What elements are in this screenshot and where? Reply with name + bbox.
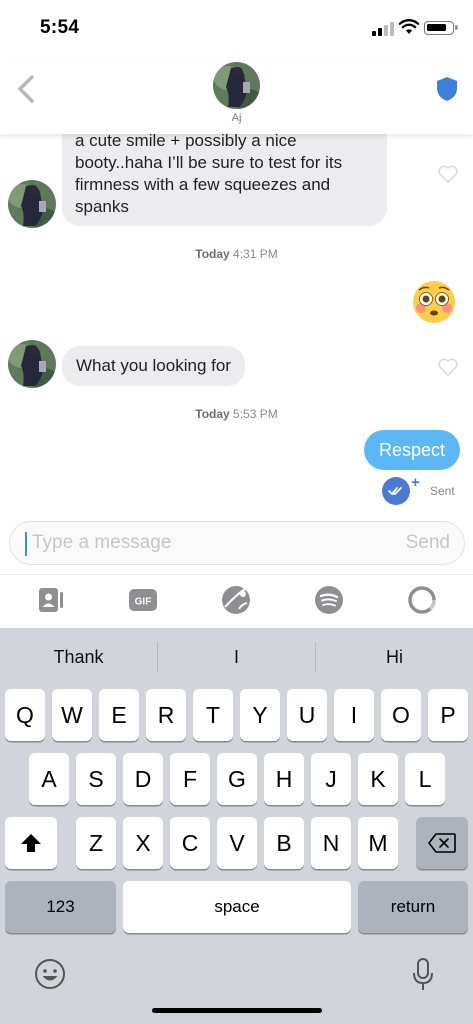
gif-label: GIF	[135, 597, 152, 608]
emoji-keyboard-icon[interactable]	[34, 958, 66, 990]
shift-icon	[21, 834, 41, 852]
key-h[interactable]: H	[264, 753, 304, 805]
key-y[interactable]: Y	[240, 689, 280, 741]
read-receipt-icon[interactable]	[381, 476, 411, 506]
return-key[interactable]: return	[358, 881, 468, 933]
incoming-message[interactable]: What you looking for	[62, 346, 245, 386]
loop-icon[interactable]	[407, 585, 437, 615]
contact-card-icon[interactable]	[36, 585, 66, 615]
heart-icon[interactable]	[437, 164, 459, 184]
safety-shield-button[interactable]	[436, 76, 458, 102]
battery-icon	[424, 21, 458, 35]
key-a[interactable]: A	[29, 753, 69, 805]
key-b[interactable]: B	[264, 817, 304, 869]
key-l[interactable]: L	[405, 753, 445, 805]
keyboard: Thank I Hi Q W E R T Y U I O P A S D F G…	[0, 628, 473, 1024]
key-t[interactable]: T	[193, 689, 233, 741]
suggestion-bar: Thank I Hi	[0, 628, 473, 686]
key-v[interactable]: V	[217, 817, 257, 869]
suggestion-2[interactable]: I	[158, 628, 315, 686]
key-e[interactable]: E	[99, 689, 139, 741]
status-bar: 5:54	[0, 0, 473, 58]
key-g[interactable]: G	[217, 753, 257, 805]
gif-icon[interactable]: GIF	[128, 585, 158, 615]
back-button[interactable]	[14, 74, 38, 104]
sent-status: Sent	[430, 484, 455, 498]
key-z[interactable]: Z	[76, 817, 116, 869]
key-s[interactable]: S	[76, 753, 116, 805]
shift-key[interactable]	[5, 817, 57, 869]
message-input[interactable]	[32, 522, 392, 564]
delete-key[interactable]	[416, 817, 468, 869]
wifi-icon	[399, 19, 419, 34]
cellular-signal-icon	[372, 22, 394, 36]
incoming-message[interactable]: a cute smile + possibly a nice booty..ha…	[62, 134, 387, 226]
timestamp-day: Today	[195, 247, 230, 261]
text-cursor	[25, 532, 27, 556]
sticker-icon[interactable]	[221, 585, 251, 615]
timestamp: Today 5:53 PM	[0, 407, 473, 421]
read-receipt-plus: +	[411, 474, 420, 491]
timestamp: Today 4:31 PM	[0, 247, 473, 261]
key-k[interactable]: K	[358, 753, 398, 805]
timestamp-day: Today	[195, 407, 230, 421]
space-key[interactable]: space	[123, 881, 351, 933]
timestamp-time: 4:31 PM	[233, 247, 278, 261]
sender-avatar[interactable]	[8, 180, 56, 228]
key-u[interactable]: U	[287, 689, 327, 741]
send-button[interactable]: Send	[406, 532, 450, 554]
backspace-icon	[428, 833, 456, 853]
status-time: 5:54	[40, 17, 80, 38]
suggestion-3[interactable]: Hi	[316, 628, 473, 686]
chat-header: Aj	[0, 58, 473, 134]
numbers-key[interactable]: 123	[5, 881, 116, 933]
key-f[interactable]: F	[170, 753, 210, 805]
contact-avatar[interactable]	[213, 62, 260, 109]
key-x[interactable]: X	[123, 817, 163, 869]
key-r[interactable]: R	[146, 689, 186, 741]
spotify-icon[interactable]	[314, 585, 344, 615]
key-c[interactable]: C	[170, 817, 210, 869]
message-list[interactable]: a cute smile + possibly a nice booty..ha…	[0, 134, 473, 514]
key-p[interactable]: P	[428, 689, 468, 741]
sender-avatar[interactable]	[8, 340, 56, 388]
contact-name: Aj	[231, 112, 242, 124]
key-m[interactable]: M	[358, 817, 398, 869]
key-w[interactable]: W	[52, 689, 92, 741]
key-n[interactable]: N	[311, 817, 351, 869]
timestamp-time: 5:53 PM	[233, 407, 278, 421]
message-composer: Send	[9, 521, 465, 565]
home-indicator[interactable]	[152, 1008, 322, 1013]
key-j[interactable]: J	[311, 753, 351, 805]
key-o[interactable]: O	[381, 689, 421, 741]
suggestion-1[interactable]: Thank	[0, 628, 157, 686]
key-i[interactable]: I	[334, 689, 374, 741]
outgoing-message[interactable]: Respect	[364, 430, 460, 470]
heart-icon[interactable]	[437, 357, 459, 377]
flushed-face-emoji[interactable]	[412, 280, 456, 324]
microphone-icon[interactable]	[412, 958, 434, 992]
attachment-toolbar: GIF	[0, 574, 473, 628]
key-d[interactable]: D	[123, 753, 163, 805]
key-q[interactable]: Q	[5, 689, 45, 741]
